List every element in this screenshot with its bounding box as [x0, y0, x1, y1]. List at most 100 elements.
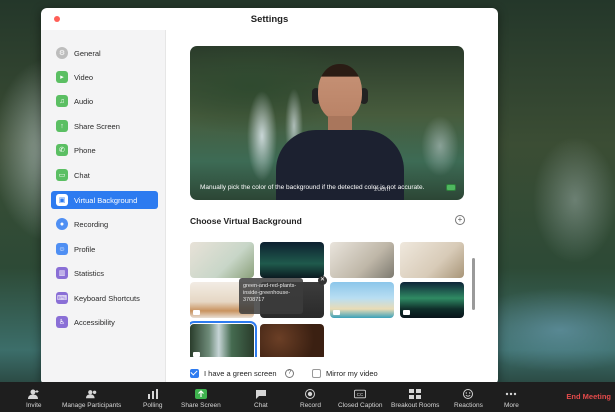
- meeting-toolbar: Invite Manage Participants Polling Share…: [0, 382, 615, 412]
- window-titlebar: Settings: [41, 8, 498, 30]
- phone-icon: ✆: [56, 144, 68, 156]
- headphones-icon: ♫: [56, 95, 68, 107]
- pick-color-icon[interactable]: [446, 184, 456, 191]
- person-background-icon: ▣: [56, 194, 68, 206]
- gallery-scrollbar[interactable]: [472, 258, 475, 310]
- settings-window: Settings ⚙ General ▸ Video ♫ Audio ↑ Sha…: [41, 8, 498, 385]
- sidebar-item-label: Profile: [74, 244, 96, 254]
- background-options: I have a green screen ? Mirror my video: [190, 367, 480, 381]
- sidebar-item-label: Chat: [74, 170, 90, 180]
- sidebar-item-label: General: [74, 48, 101, 58]
- background-thumbnail[interactable]: [400, 242, 464, 278]
- svg-text:CC: CC: [357, 392, 364, 397]
- share-screen-icon: [194, 389, 207, 399]
- toolbar-label: Reactions: [454, 402, 483, 409]
- toolbar-invite[interactable]: Invite: [26, 389, 42, 409]
- sidebar-item-profile[interactable]: ☺ Profile: [51, 240, 158, 258]
- sidebar-item-virtual-background[interactable]: ▣ Virtual Background: [51, 191, 158, 209]
- gear-icon: ⚙: [56, 47, 68, 59]
- toolbar-record[interactable]: Record: [300, 389, 321, 409]
- toolbar-label: Breakout Rooms: [391, 402, 440, 409]
- background-gallery: [190, 242, 470, 357]
- toolbar-label: Chat: [254, 402, 268, 409]
- sidebar-item-label: Video: [74, 72, 94, 82]
- cc-icon: CC: [354, 389, 367, 399]
- green-screen-checkbox[interactable]: [190, 369, 199, 378]
- sidebar-item-chat[interactable]: ▭ Chat: [51, 166, 158, 184]
- toolbar-label: Polling: [143, 402, 163, 409]
- invite-icon: [27, 389, 40, 399]
- participants-icon: [85, 389, 98, 399]
- help-icon[interactable]: ?: [285, 369, 294, 378]
- more-icon: [505, 389, 517, 399]
- video-icon: [333, 310, 340, 315]
- sidebar-item-phone[interactable]: ✆ Phone: [51, 141, 158, 159]
- statistics-icon: ▥: [56, 267, 68, 279]
- toolbar-closed-caption[interactable]: CC Closed Caption: [338, 389, 382, 409]
- toolbar-label: Record: [300, 402, 321, 409]
- background-thumbnail[interactable]: [330, 242, 394, 278]
- end-meeting-button[interactable]: End Meeting: [566, 392, 611, 401]
- window-title: Settings: [250, 13, 289, 25]
- sidebar-item-statistics[interactable]: ▥ Statistics: [51, 264, 158, 282]
- sidebar-item-label: Share Screen: [74, 121, 120, 131]
- sidebar-item-general[interactable]: ⚙ General: [51, 44, 158, 62]
- sidebar-item-recording[interactable]: ● Recording: [51, 215, 158, 233]
- sidebar-item-label: Virtual Background: [74, 195, 138, 205]
- record-icon: [304, 389, 316, 399]
- tooltip: green-and-red-plants-inside-greenhouse-3…: [239, 278, 303, 314]
- toolbar-manage-participants[interactable]: Manage Participants: [62, 389, 121, 409]
- sidebar-item-label: Accessibility: [74, 317, 115, 327]
- sidebar-item-label: Keyboard Shortcuts: [74, 293, 140, 303]
- sidebar-item-label: Recording: [74, 219, 109, 229]
- settings-sidebar: ⚙ General ▸ Video ♫ Audio ↑ Share Screen…: [41, 30, 166, 385]
- mirror-video-label: Mirror my video: [326, 369, 378, 378]
- toolbar-label: More: [504, 402, 519, 409]
- toolbar-more[interactable]: More: [504, 389, 519, 409]
- video-icon: [193, 352, 200, 357]
- background-thumbnail[interactable]: [330, 282, 394, 318]
- virtual-background-panel: Manually pick the color of the backgroun…: [166, 30, 498, 385]
- close-window-button[interactable]: [54, 16, 60, 22]
- video-camera-icon: ▸: [56, 71, 68, 83]
- add-background-button[interactable]: +: [455, 215, 465, 225]
- toolbar-label: Closed Caption: [338, 402, 383, 409]
- toolbar-chat[interactable]: Chat: [254, 389, 268, 409]
- sidebar-item-accessibility[interactable]: ♿ Accessibility: [51, 313, 158, 331]
- toolbar-label: Invite: [26, 402, 42, 409]
- delete-background-button[interactable]: ✕: [318, 276, 327, 285]
- background-thumbnail-selected[interactable]: [190, 321, 257, 357]
- toolbar-share-screen[interactable]: Share Screen: [181, 389, 221, 409]
- sidebar-item-label: Audio: [74, 96, 94, 106]
- sidebar-item-audio[interactable]: ♫ Audio: [51, 92, 158, 110]
- section-title: Choose Virtual Background: [190, 216, 302, 226]
- share-screen-icon: ↑: [56, 120, 68, 132]
- record-icon: ●: [56, 218, 68, 230]
- sidebar-item-video[interactable]: ▸ Video: [51, 68, 158, 86]
- toolbar-label: Manage Participants: [62, 402, 122, 409]
- keyboard-icon: ⌨: [56, 292, 68, 304]
- zoom-watermark: zoom: [374, 186, 390, 193]
- preview-caption: Manually pick the color of the backgroun…: [200, 184, 425, 191]
- video-icon: [193, 310, 200, 315]
- sidebar-item-label: Statistics: [74, 268, 105, 278]
- toolbar-polling[interactable]: Polling: [143, 389, 163, 409]
- toolbar-breakout-rooms[interactable]: Breakout Rooms: [391, 389, 439, 409]
- background-thumbnail[interactable]: [260, 242, 324, 278]
- chat-bubble-icon: ▭: [56, 169, 68, 181]
- background-thumbnail[interactable]: [260, 324, 324, 357]
- profile-icon: ☺: [56, 243, 68, 255]
- polling-icon: [147, 389, 159, 399]
- chat-icon: [255, 389, 267, 399]
- reactions-icon: [462, 389, 474, 399]
- background-thumbnail[interactable]: [400, 282, 464, 318]
- video-preview: Manually pick the color of the backgroun…: [190, 46, 464, 200]
- video-icon: [403, 310, 410, 315]
- sidebar-item-keyboard-shortcuts[interactable]: ⌨ Keyboard Shortcuts: [51, 289, 158, 307]
- green-screen-label: I have a green screen: [204, 369, 277, 378]
- background-thumbnail[interactable]: [190, 242, 254, 278]
- sidebar-item-label: Phone: [74, 145, 96, 155]
- sidebar-item-share-screen[interactable]: ↑ Share Screen: [51, 117, 158, 135]
- toolbar-reactions[interactable]: Reactions: [454, 389, 483, 409]
- mirror-video-checkbox[interactable]: [312, 369, 321, 378]
